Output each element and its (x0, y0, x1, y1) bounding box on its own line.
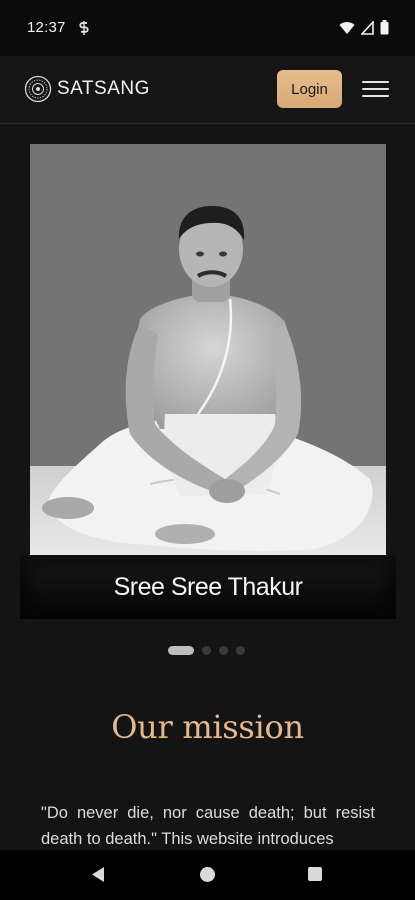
app-s-icon (79, 21, 89, 35)
system-nav-bar (0, 850, 415, 900)
slide-caption-bar: Sree Sree Thakur (20, 555, 396, 619)
app-header: SATSANG Login (0, 56, 415, 124)
wifi-icon (339, 21, 355, 34)
status-time: 12:37 (27, 19, 66, 36)
carousel-dots (168, 645, 245, 655)
battery-icon (380, 20, 389, 35)
signal-icon (361, 20, 374, 35)
status-icons (339, 20, 389, 35)
back-icon[interactable] (90, 866, 106, 883)
carousel-dot-1[interactable] (168, 645, 194, 655)
brand-name[interactable]: SATSANG (57, 78, 150, 100)
login-button[interactable]: Login (277, 70, 342, 108)
satsang-logo-icon[interactable] (24, 75, 52, 103)
thakur-portrait-image (30, 144, 386, 555)
carousel-dot-3[interactable] (219, 645, 228, 655)
carousel-dot-4[interactable] (236, 645, 245, 655)
mission-title: Our mission (111, 708, 304, 746)
carousel-dot-2[interactable] (202, 645, 211, 655)
hamburger-menu-icon[interactable] (362, 79, 390, 99)
home-icon[interactable] (199, 866, 216, 883)
recents-icon[interactable] (307, 866, 323, 882)
hero-carousel[interactable]: Sree Sree Thakur (20, 144, 396, 619)
status-bar: 12:37 (0, 0, 415, 56)
mission-text: "Do never die, nor cause death; but resi… (41, 804, 375, 848)
slide-caption: Sree Sree Thakur (113, 572, 303, 601)
